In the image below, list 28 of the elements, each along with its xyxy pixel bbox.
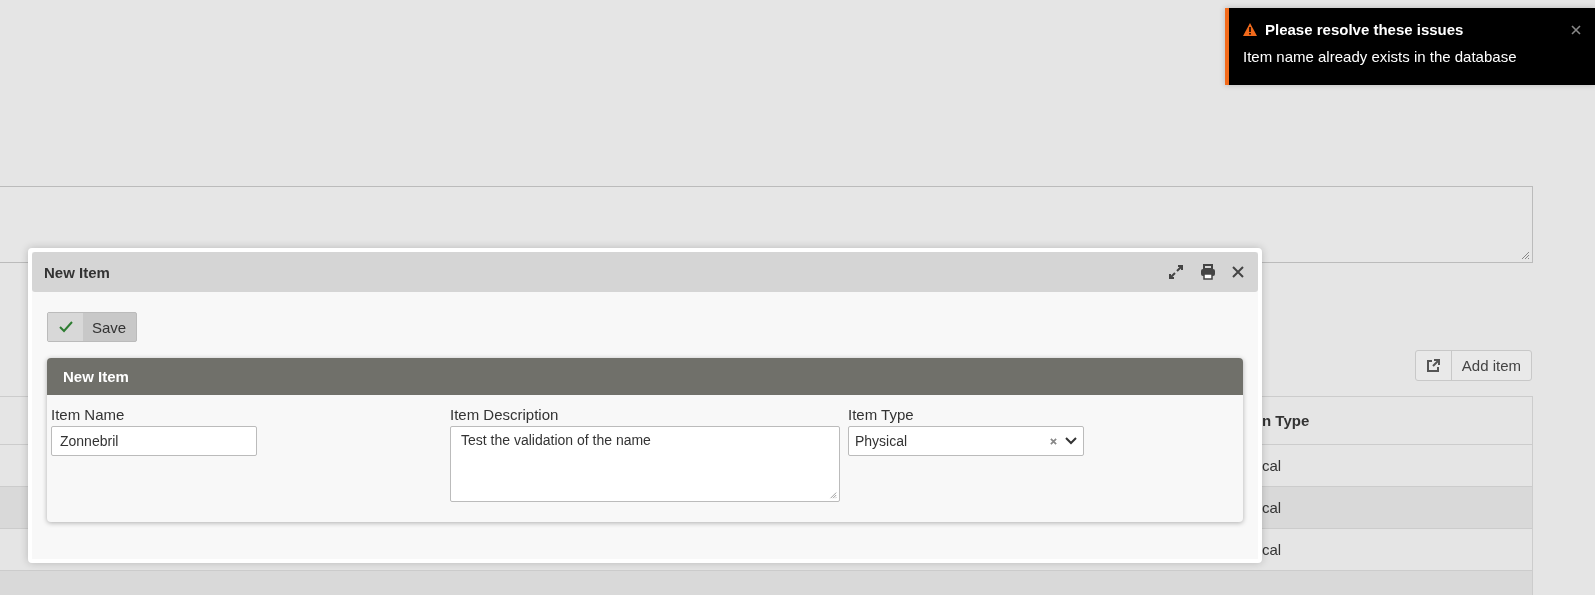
field-label: Item Description: [450, 406, 560, 423]
toast-title: Please resolve these issues: [1265, 21, 1465, 38]
field-label: Item Type: [848, 406, 915, 423]
text-area-value: Test the validation of the name: [461, 432, 651, 448]
expand-icon[interactable]: [1168, 264, 1184, 280]
card-title: New Item: [63, 368, 129, 385]
text-area[interactable]: Test the validation of the name: [450, 426, 840, 502]
column-header: n Type: [1262, 412, 1310, 429]
table-cell: cal: [1262, 457, 1282, 474]
table-cell: cal: [1262, 499, 1282, 516]
text-field[interactable]: Zonnebril: [51, 426, 257, 456]
resize-grip-icon: [829, 491, 837, 499]
check-icon: [58, 321, 73, 333]
toast-message: Item name already exists in the database: [1243, 48, 1518, 65]
table-cell: cal: [1262, 541, 1282, 558]
chevron-down-icon[interactable]: [1065, 437, 1077, 445]
save-button[interactable]: Save: [47, 312, 138, 342]
close-icon[interactable]: [1571, 24, 1581, 35]
field-label: Item Name: [51, 406, 126, 423]
print-icon[interactable]: [1200, 264, 1216, 280]
select-value: Physical: [855, 433, 909, 449]
warning-icon: [1243, 23, 1257, 36]
dialog-title: New Item: [44, 263, 110, 281]
close-icon[interactable]: [1232, 266, 1244, 278]
external-link-icon: [1425, 357, 1442, 374]
resize-grip-icon: [1520, 250, 1530, 260]
select-field[interactable]: Physical: [848, 426, 1084, 456]
clear-icon[interactable]: [1050, 437, 1057, 445]
